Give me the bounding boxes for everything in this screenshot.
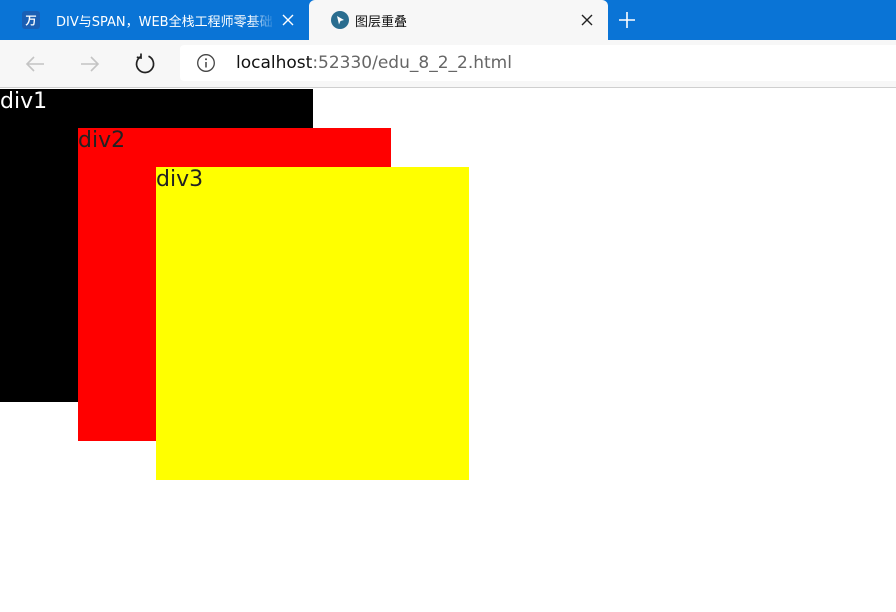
close-icon[interactable] <box>278 10 298 30</box>
div3-label: div3 <box>156 167 204 192</box>
tab-strip: 万 DIV与SPAN，WEB全栈工程师零基础 图层重叠 <box>0 0 896 40</box>
div2-label: div2 <box>78 128 126 153</box>
forward-arrow-icon[interactable] <box>77 51 103 77</box>
refresh-icon[interactable] <box>132 51 158 77</box>
page-content: div1 div2 div3 <box>0 88 896 612</box>
div1-label: div1 <box>0 89 48 114</box>
browser-window: 万 DIV与SPAN，WEB全栈工程师零基础 图层重叠 localhost:52… <box>0 0 896 612</box>
info-icon[interactable] <box>196 53 216 73</box>
url-host: localhost <box>236 53 313 73</box>
close-icon[interactable] <box>577 10 597 30</box>
tab-title: DIV与SPAN，WEB全栈工程师零基础 <box>56 15 273 30</box>
tab-div-span[interactable]: 万 DIV与SPAN，WEB全栈工程师零基础 <box>0 0 309 40</box>
url-text[interactable]: localhost:52330/edu_8_2_2.html <box>236 53 512 73</box>
new-tab-plus-icon[interactable] <box>615 8 639 32</box>
tab-title: 图层重叠 <box>355 15 408 30</box>
favicon-glyph: 万 <box>25 14 37 27</box>
browser-toolbar: localhost:52330/edu_8_2_2.html <box>0 40 896 88</box>
address-bar[interactable]: localhost:52330/edu_8_2_2.html <box>180 45 896 81</box>
edge-cursor-icon <box>331 11 349 29</box>
url-path: :52330/edu_8_2_2.html <box>312 53 512 73</box>
tab-layer-overlap[interactable]: 图层重叠 <box>309 0 608 40</box>
wan-favicon-icon: 万 <box>22 11 40 29</box>
back-arrow-icon[interactable] <box>22 51 48 77</box>
div3-box: div3 <box>156 167 469 480</box>
